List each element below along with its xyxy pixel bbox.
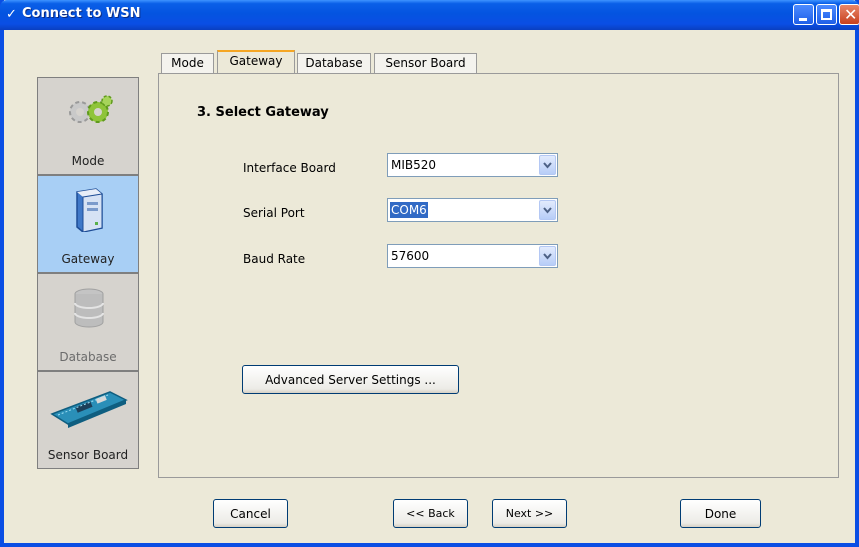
window-title: Connect to WSN <box>22 6 141 21</box>
baud-rate-select[interactable]: 57600 <box>387 244 558 268</box>
dropdown-button[interactable] <box>539 246 556 266</box>
database-icon <box>74 288 104 328</box>
baud-rate-label: Baud Rate <box>243 252 306 266</box>
interface-board-select[interactable]: MIB520 <box>387 153 558 177</box>
maximize-icon <box>821 9 832 20</box>
close-icon: ✕ <box>844 5 858 24</box>
interface-board-value: MIB520 <box>391 158 437 172</box>
advanced-server-settings-button[interactable]: Advanced Server Settings ... <box>242 365 459 394</box>
gears-icon <box>69 95 113 123</box>
nav-item-label: Database <box>59 350 117 364</box>
dropdown-button[interactable] <box>539 200 556 220</box>
serial-port-label: Serial Port <box>243 206 305 220</box>
nav-item-gateway[interactable]: Gateway <box>37 175 139 273</box>
java-app-icon: ✓ <box>6 7 17 22</box>
tab-mode[interactable]: Mode <box>161 53 214 73</box>
minimize-icon <box>799 18 807 21</box>
nav-item-label: Gateway <box>61 252 115 266</box>
close-button[interactable]: ✕ <box>839 4 859 25</box>
next-button[interactable]: Next >> <box>492 499 567 528</box>
chevron-down-icon <box>543 162 552 169</box>
section-title: 3. Select Gateway <box>197 105 329 120</box>
dropdown-button[interactable] <box>539 155 556 175</box>
title-bar[interactable]: ✓ Connect to WSN ✕ <box>0 0 859 30</box>
tab-database[interactable]: Database <box>297 53 371 73</box>
minimize-button[interactable] <box>793 4 814 25</box>
nav-item-database[interactable]: Database <box>37 273 139 371</box>
serial-port-value: COM6 <box>390 202 428 218</box>
interface-board-label: Interface Board <box>243 161 336 175</box>
done-button[interactable]: Done <box>680 499 761 528</box>
serial-port-select[interactable]: COM6 <box>387 198 558 222</box>
chevron-down-icon <box>543 253 552 260</box>
tab-sensor-board[interactable]: Sensor Board <box>374 53 477 73</box>
baud-rate-value: 57600 <box>391 249 430 263</box>
back-button[interactable]: << Back <box>393 499 468 528</box>
nav-item-mode[interactable]: Mode <box>37 77 139 175</box>
chevron-down-icon <box>543 207 552 214</box>
gateway-panel: 3. Select Gateway Interface Board MIB520… <box>158 73 839 478</box>
maximize-button[interactable] <box>816 4 837 25</box>
tab-gateway[interactable]: Gateway <box>217 50 295 74</box>
cancel-button[interactable]: Cancel <box>213 499 288 528</box>
circuit-board-icon <box>50 391 128 428</box>
nav-item-label: Sensor Board <box>47 448 129 462</box>
nav-item-label: Mode <box>71 154 105 168</box>
nav-item-sensor-board[interactable]: Sensor Board <box>37 371 139 469</box>
computer-tower-icon <box>76 188 103 232</box>
